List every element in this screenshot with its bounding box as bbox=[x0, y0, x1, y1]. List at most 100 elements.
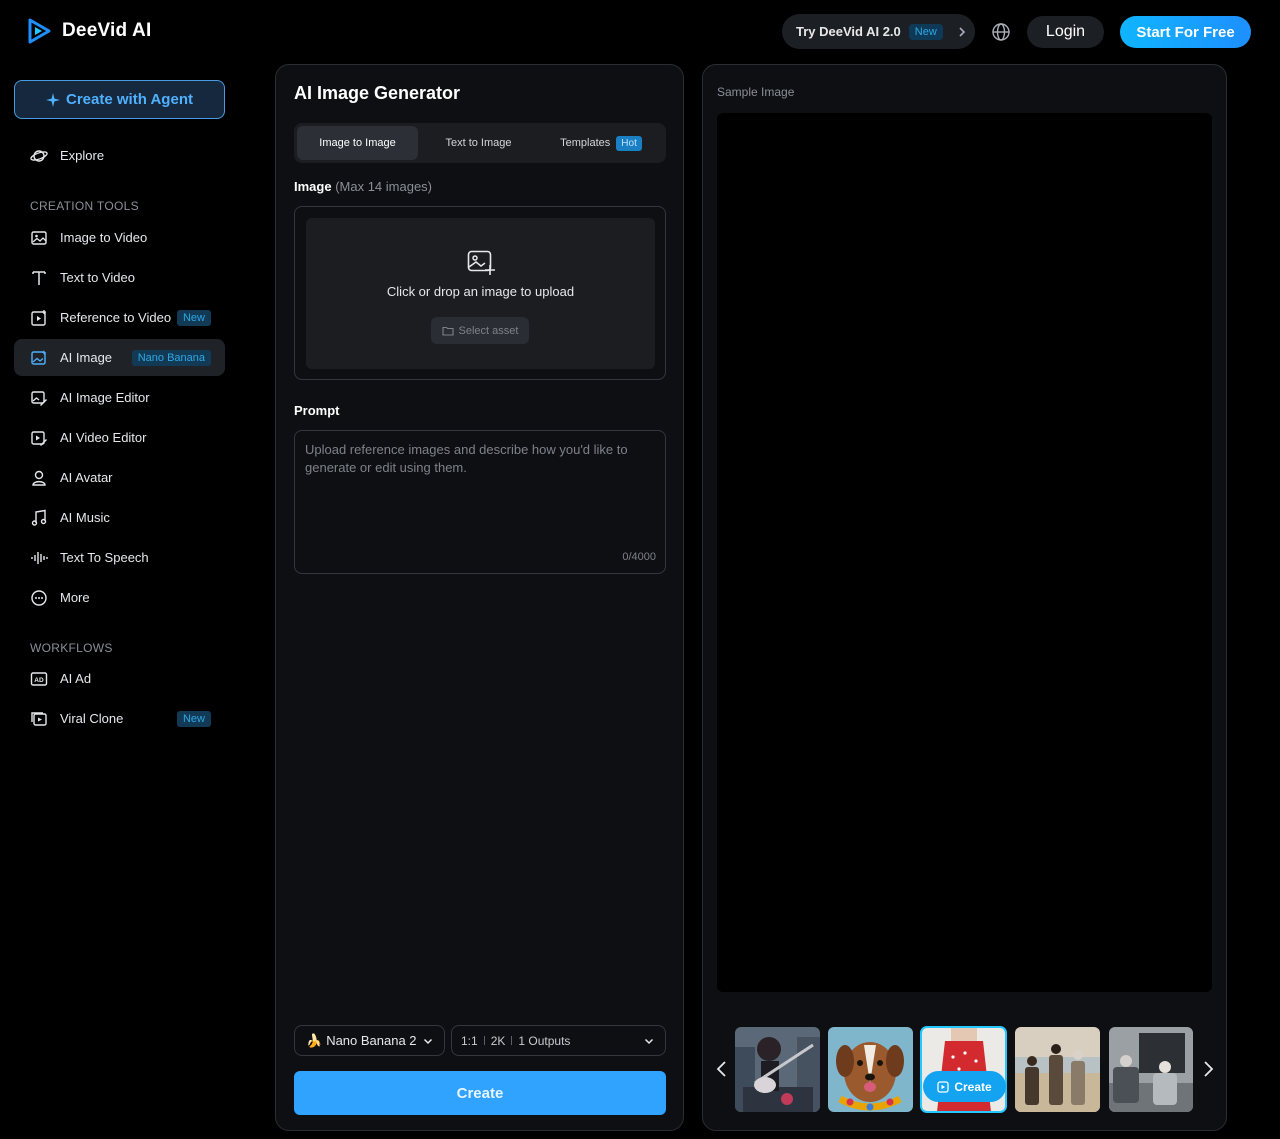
sidebar-item-label: AI Image Editor bbox=[60, 390, 150, 405]
clone-icon bbox=[31, 711, 47, 726]
model-dropdown[interactable]: 🍌 Nano Banana 2 bbox=[294, 1025, 445, 1056]
start-for-free-button[interactable]: Start For Free bbox=[1120, 16, 1251, 48]
new-badge: New bbox=[176, 309, 211, 326]
create-overlay-label: Create bbox=[954, 1079, 992, 1094]
thumbnail-create-button[interactable]: Create bbox=[923, 1071, 1006, 1102]
upload-instruction: Click or drop an image to upload bbox=[386, 284, 575, 299]
sidebar-item-label: AI Avatar bbox=[60, 470, 113, 485]
sidebar-item-label: AI Music bbox=[60, 510, 110, 525]
prompt-input[interactable]: Upload reference images and describe how… bbox=[294, 430, 666, 574]
sidebar-item-label: Explore bbox=[60, 148, 105, 163]
sidebar-item-text-to-speech[interactable]: Text To Speech bbox=[14, 539, 225, 576]
try-deevid-2-button[interactable]: Try DeeVid AI 2.0 New bbox=[782, 14, 975, 49]
sidebar-item-text-to-video[interactable]: Text to Video bbox=[14, 259, 225, 296]
outputs-value: 1 Outputs bbox=[518, 1033, 571, 1048]
create-with-agent-button[interactable]: Create with Agent bbox=[14, 80, 225, 119]
sidebar-item-label: Text to Video bbox=[60, 270, 135, 285]
image-label: Image bbox=[294, 179, 332, 194]
image-upload-area: Click or drop an image to upload Select … bbox=[294, 206, 666, 380]
workflows-heading: WORKFLOWS bbox=[30, 641, 113, 655]
prompt-placeholder: Upload reference images and describe how… bbox=[305, 442, 628, 475]
login-button[interactable]: Login bbox=[1027, 16, 1104, 48]
sidebar-item-ai-music[interactable]: AI Music bbox=[14, 499, 225, 536]
sparkle-icon bbox=[46, 92, 61, 107]
divider bbox=[511, 1036, 513, 1045]
char-counter: 0/4000 bbox=[622, 551, 656, 563]
svg-text:AD: AD bbox=[34, 677, 44, 684]
sidebar-item-label: More bbox=[60, 590, 90, 605]
new-badge: New bbox=[908, 23, 943, 40]
prompt-field-label: Prompt bbox=[294, 403, 340, 418]
sidebar-item-label: AI Image bbox=[60, 350, 113, 365]
hot-badge: Hot bbox=[616, 135, 642, 151]
try-label: Try DeeVid AI 2.0 bbox=[796, 24, 901, 39]
chevron-right-icon bbox=[959, 26, 965, 37]
image-icon bbox=[31, 230, 47, 245]
sidebar-item-ai-image-editor[interactable]: AI Image Editor bbox=[14, 379, 225, 416]
sidebar-item-label: Image to Video bbox=[60, 230, 148, 245]
folder-icon bbox=[441, 326, 454, 336]
thumbnail-people-on-beach[interactable] bbox=[1015, 1027, 1100, 1112]
play-square-icon bbox=[937, 1080, 949, 1093]
sidebar-item-ai-video-editor[interactable]: AI Video Editor bbox=[14, 419, 225, 456]
output-options-dropdown[interactable]: 1:1 2K 1 Outputs bbox=[451, 1025, 666, 1056]
sidebar-item-explore[interactable]: Explore bbox=[14, 137, 225, 174]
banana-icon: 🍌 bbox=[306, 1032, 323, 1048]
select-asset-button[interactable]: Select asset bbox=[431, 317, 529, 344]
sidebar-item-viral-clone[interactable]: Viral Clone New bbox=[14, 700, 225, 737]
planet-icon bbox=[30, 149, 48, 162]
thumbnail-woman-red-polka-dress[interactable]: Create bbox=[920, 1026, 1007, 1113]
sidebar-item-more[interactable]: More bbox=[14, 579, 225, 616]
image-field-label: Image (Max 14 images) bbox=[294, 179, 432, 194]
sample-image-label: Sample Image bbox=[717, 85, 795, 99]
text-icon bbox=[32, 270, 46, 285]
sidebar-item-ai-ad[interactable]: AD AI Ad bbox=[14, 660, 225, 697]
sample-image-preview bbox=[717, 113, 1212, 992]
agent-label: Create with Agent bbox=[66, 91, 193, 108]
mode-tabs: Image to Image Text to Image Templates H… bbox=[294, 123, 666, 163]
sidebar-item-ai-avatar[interactable]: AI Avatar bbox=[14, 459, 225, 496]
sidebar-item-label: Reference to Video bbox=[60, 310, 172, 325]
waveform-icon bbox=[31, 551, 48, 564]
thumbnail-people-at-computer[interactable] bbox=[1109, 1027, 1193, 1112]
people-on-beach-image bbox=[1015, 1027, 1100, 1112]
tab-templates[interactable]: Templates Hot bbox=[539, 126, 663, 160]
dog-with-flower-lei-image bbox=[828, 1027, 913, 1112]
sidebar-item-reference-to-video[interactable]: Reference to Video New bbox=[14, 299, 225, 336]
nano-banana-badge: Nano Banana bbox=[131, 349, 211, 366]
tab-label: Templates bbox=[560, 137, 611, 149]
people-at-computer-image bbox=[1109, 1027, 1193, 1112]
ai-image-icon bbox=[31, 349, 47, 365]
tab-text-to-image[interactable]: Text to Image bbox=[418, 126, 539, 160]
chevron-down-icon bbox=[423, 1038, 433, 1045]
chevron-down-icon bbox=[644, 1038, 654, 1045]
upload-dropzone[interactable]: Click or drop an image to upload Select … bbox=[306, 218, 655, 369]
sidebar-item-label: Viral Clone bbox=[60, 711, 124, 726]
thumbnail-dog-with-flower-lei[interactable] bbox=[828, 1027, 913, 1112]
more-icon bbox=[31, 589, 47, 606]
thumbnail-anime-guitarist[interactable] bbox=[735, 1027, 820, 1112]
create-button[interactable]: Create bbox=[294, 1071, 666, 1115]
tab-label: Text to Image bbox=[445, 137, 512, 149]
brand-logo[interactable]: DeeVid AI bbox=[26, 18, 151, 44]
sidebar-item-label: AI Video Editor bbox=[60, 430, 147, 445]
deevid-logo-icon bbox=[28, 18, 51, 44]
sidebar-item-ai-image[interactable]: AI Image Nano Banana bbox=[14, 339, 225, 376]
tab-image-to-image[interactable]: Image to Image bbox=[297, 126, 418, 160]
sidebar-item-label: Text To Speech bbox=[60, 550, 149, 565]
tab-label: Image to Image bbox=[319, 137, 396, 149]
ad-icon: AD bbox=[30, 671, 48, 686]
image-hint: (Max 14 images) bbox=[335, 179, 433, 194]
anime-guitarist-image bbox=[735, 1027, 820, 1112]
resolution-value: 2K bbox=[490, 1033, 506, 1048]
divider bbox=[483, 1036, 485, 1045]
sidebar-item-image-to-video[interactable]: Image to Video bbox=[14, 219, 225, 256]
chevron-left-icon[interactable] bbox=[715, 1060, 729, 1078]
select-asset-label: Select asset bbox=[458, 324, 519, 337]
new-badge: New bbox=[176, 710, 211, 727]
chevron-right-icon[interactable] bbox=[1201, 1060, 1215, 1078]
video-editor-icon bbox=[31, 430, 47, 446]
globe-icon[interactable] bbox=[990, 21, 1012, 43]
aspect-ratio-value: 1:1 bbox=[461, 1033, 478, 1048]
sidebar-item-label: AI Ad bbox=[60, 671, 92, 686]
